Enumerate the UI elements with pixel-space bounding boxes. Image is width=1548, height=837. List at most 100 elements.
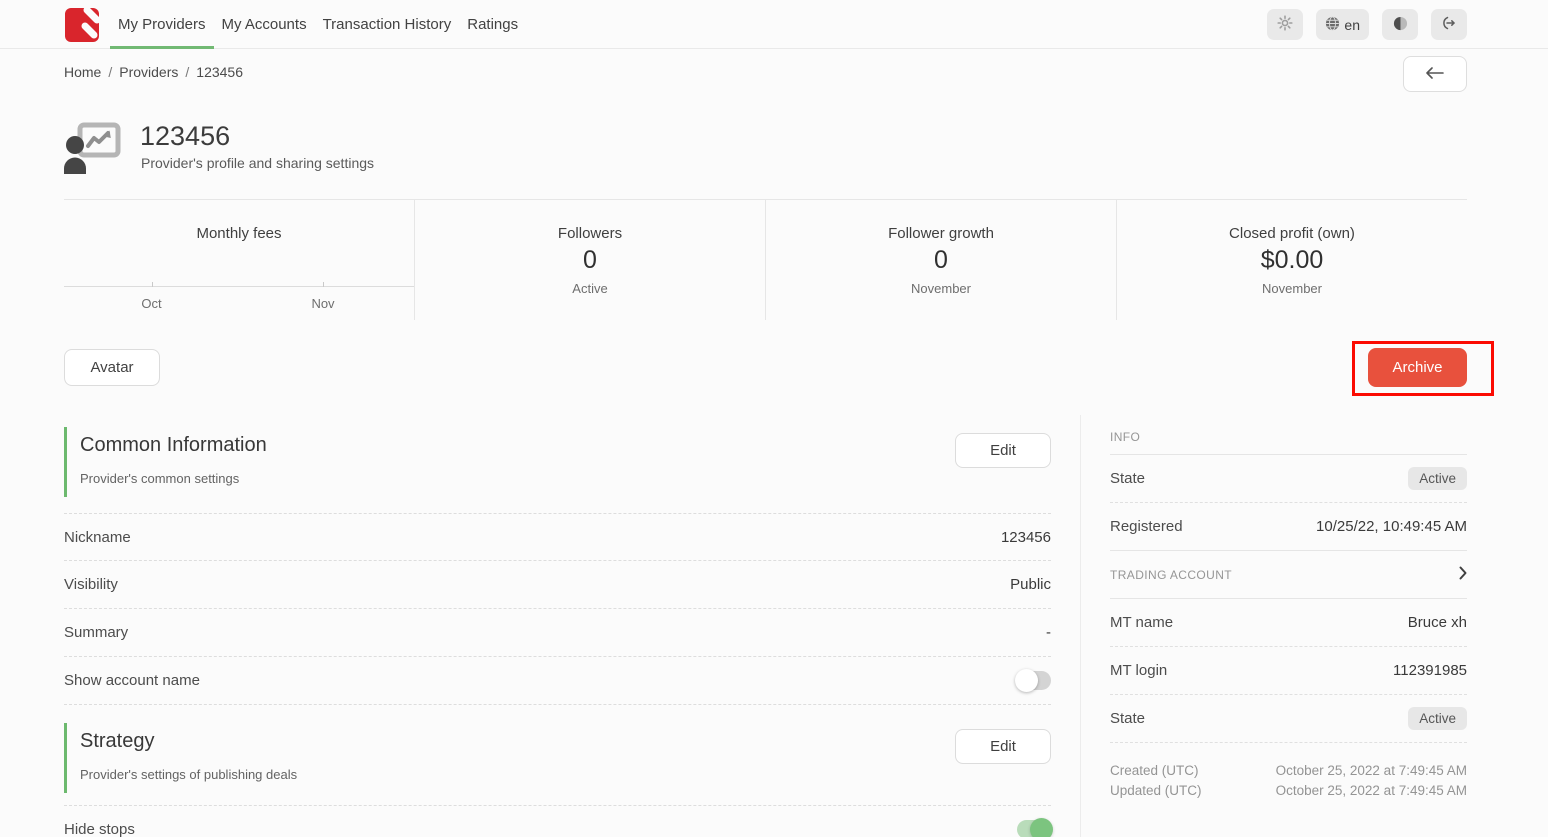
nav-tab-transaction-history[interactable]: Transaction History <box>315 0 460 49</box>
toggle-knob <box>1030 818 1053 837</box>
contrast-icon <box>1393 16 1408 34</box>
arrow-left-icon <box>1426 67 1444 82</box>
breadcrumb: Home / Providers / 123456 <box>64 64 243 80</box>
stat-title: Followers <box>415 225 765 242</box>
meta-value: October 25, 2022 at 7:49:45 AM <box>1276 783 1467 798</box>
stat-card-followers: Followers 0 Active <box>414 200 765 320</box>
common-information-rows: Nickname 123456 Visibility Public Summar… <box>64 513 1051 705</box>
avatar-button[interactable]: Avatar <box>64 349 160 386</box>
section-subtitle: Provider's common settings <box>80 457 1051 486</box>
row-value: 123456 <box>1001 529 1051 546</box>
row-value: - <box>1046 624 1051 641</box>
breadcrumb-current: 123456 <box>196 64 243 80</box>
toggle-knob <box>1015 669 1038 692</box>
archive-button[interactable]: Archive <box>1368 348 1467 387</box>
stat-caption: November <box>766 281 1116 296</box>
breadcrumb-home[interactable]: Home <box>64 64 101 80</box>
stat-value: $0.00 <box>1117 246 1467 275</box>
updated-row: Updated (UTC) October 25, 2022 at 7:49:4… <box>1110 780 1467 800</box>
row-show-account-name: Show account name <box>64 657 1051 705</box>
section-title: Common Information <box>80 427 1051 457</box>
language-button[interactable]: en <box>1316 9 1369 40</box>
row-label: Visibility <box>64 576 118 593</box>
chart-tick <box>323 282 324 287</box>
mt-name-row: MT name Bruce xh <box>1110 599 1467 647</box>
row-value: Bruce xh <box>1408 614 1467 631</box>
info-section-heading: INFO <box>1110 420 1467 455</box>
row-label: Registered <box>1110 518 1183 535</box>
section-title: Strategy <box>80 723 1051 753</box>
app-logo-icon[interactable] <box>64 5 102 43</box>
row-value: 112391985 <box>1393 662 1467 679</box>
breadcrumb-separator: / <box>108 64 112 80</box>
provider-profile-screen: My Providers My Accounts Transaction His… <box>0 0 1548 837</box>
stat-value: 0 <box>415 246 765 275</box>
row-summary: Summary - <box>64 609 1051 657</box>
stat-title: Closed profit (own) <box>1117 225 1467 242</box>
row-label: Hide stops <box>64 821 135 837</box>
top-nav: My Providers My Accounts Transaction His… <box>0 0 1548 49</box>
nav-actions: en <box>1267 9 1467 40</box>
stat-card-closed-profit: Closed profit (own) $0.00 November <box>1116 200 1467 320</box>
registered-row: Registered 10/25/22, 10:49:45 AM <box>1110 503 1467 551</box>
row-visibility: Visibility Public <box>64 561 1051 609</box>
gear-icon <box>1277 15 1293 34</box>
state-row: State Active <box>1110 455 1467 503</box>
page-title: 123456 <box>140 121 230 152</box>
strategy-section-header: Strategy Provider's settings of publishi… <box>64 723 1051 793</box>
row-label: Nickname <box>64 529 131 546</box>
logout-button[interactable] <box>1431 9 1467 40</box>
trading-state-row: State Active <box>1110 695 1467 743</box>
stat-value: 0 <box>766 246 1116 275</box>
stat-caption: Active <box>415 281 765 296</box>
nav-tab-my-accounts[interactable]: My Accounts <box>214 0 315 49</box>
row-label: MT name <box>1110 614 1173 631</box>
chart-tick-label: Nov <box>293 296 353 311</box>
show-account-name-toggle[interactable] <box>1017 671 1051 690</box>
nav-tab-ratings[interactable]: Ratings <box>459 0 526 49</box>
mt-login-row: MT login 112391985 <box>1110 647 1467 695</box>
section-subtitle: Provider's settings of publishing deals <box>80 753 1051 782</box>
row-nickname: Nickname 123456 <box>64 513 1051 561</box>
row-label: State <box>1110 470 1145 487</box>
strategy-edit-button[interactable]: Edit <box>955 729 1051 764</box>
monthly-fees-chart-axis <box>64 286 414 287</box>
main-nav: My Providers My Accounts Transaction His… <box>110 0 526 49</box>
common-information-edit-button[interactable]: Edit <box>955 433 1051 468</box>
stat-card-monthly-fees: Monthly fees Oct Nov <box>64 200 414 320</box>
hide-stops-toggle[interactable] <box>1017 820 1051 837</box>
stat-title: Monthly fees <box>64 225 414 242</box>
row-label: MT login <box>1110 662 1167 679</box>
row-value: 10/25/22, 10:49:45 AM <box>1316 518 1467 535</box>
row-label: Show account name <box>64 672 200 689</box>
theme-toggle-button[interactable] <box>1382 9 1418 40</box>
meta-label: Created (UTC) <box>1110 763 1199 778</box>
trading-account-heading[interactable]: TRADING ACCOUNT <box>1110 551 1467 599</box>
language-code-label: en <box>1344 17 1360 33</box>
stats-strip: Monthly fees Oct Nov Followers 0 Active … <box>64 199 1467 320</box>
breadcrumb-providers[interactable]: Providers <box>119 64 178 80</box>
chart-tick <box>152 282 153 287</box>
settings-button[interactable] <box>1267 9 1303 40</box>
logout-icon <box>1441 15 1457 34</box>
info-sidebar: INFO State Active Registered 10/25/22, 1… <box>1110 420 1467 800</box>
stat-title: Follower growth <box>766 225 1116 242</box>
nav-tab-my-providers[interactable]: My Providers <box>110 0 214 49</box>
chart-tick-label: Oct <box>122 296 182 311</box>
status-badge: Active <box>1408 467 1467 490</box>
timestamps-block: Created (UTC) October 25, 2022 at 7:49:4… <box>1110 760 1467 800</box>
provider-avatar-icon <box>64 122 122 179</box>
row-hide-stops: Hide stops <box>64 805 1051 837</box>
meta-label: Updated (UTC) <box>1110 783 1202 798</box>
stat-caption: November <box>1117 281 1467 296</box>
row-label: Summary <box>64 624 128 641</box>
back-button[interactable] <box>1403 56 1467 92</box>
row-value: Public <box>1010 576 1051 593</box>
strategy-rows: Hide stops <box>64 805 1051 837</box>
main-sidebar-divider <box>1080 415 1081 837</box>
row-label: State <box>1110 710 1145 727</box>
meta-value: October 25, 2022 at 7:49:45 AM <box>1276 763 1467 778</box>
globe-icon <box>1325 16 1340 34</box>
breadcrumb-separator: / <box>185 64 189 80</box>
page-subtitle: Provider's profile and sharing settings <box>141 155 374 171</box>
